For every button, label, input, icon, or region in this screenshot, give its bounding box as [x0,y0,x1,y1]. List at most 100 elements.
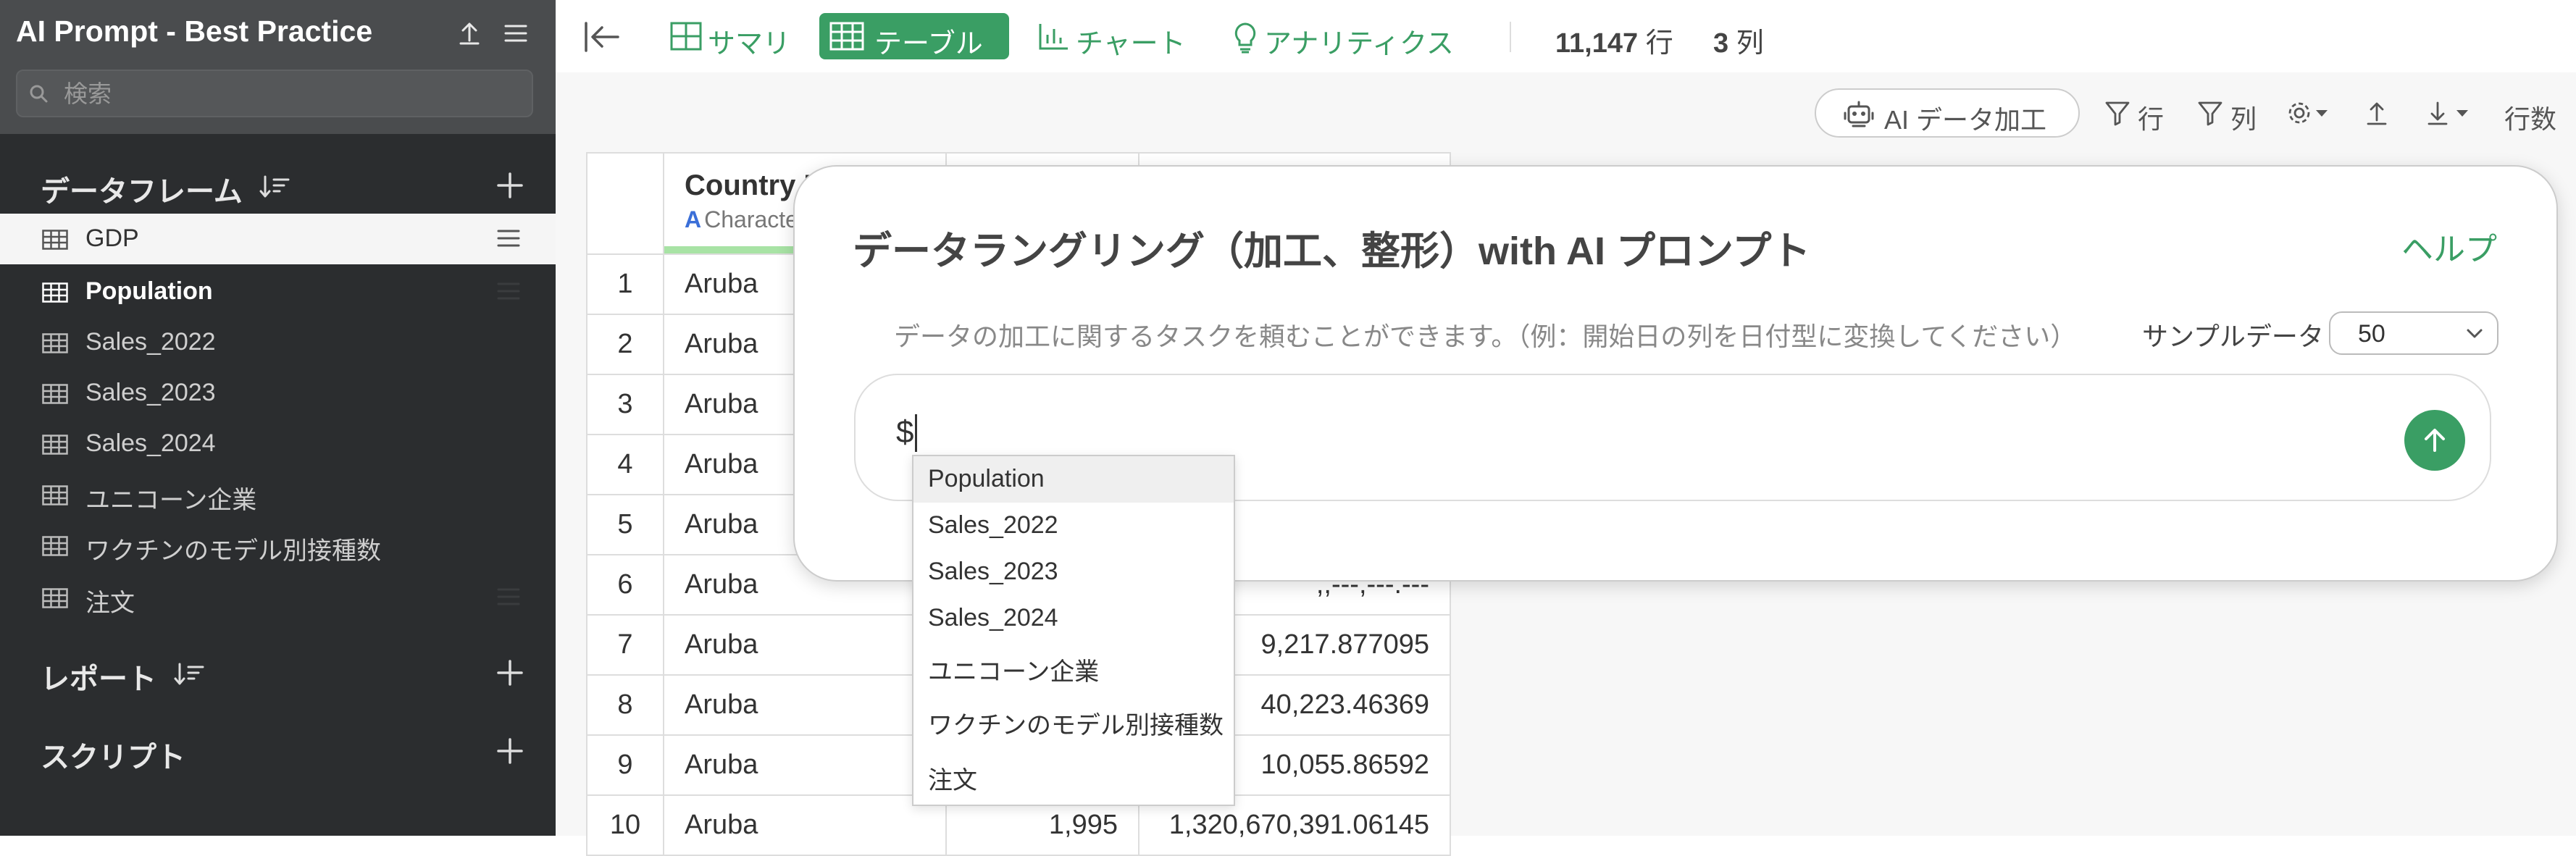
upload-icon[interactable] [2364,100,2390,126]
autocomplete-item-vaccine[interactable]: ワクチンのモデル別接種数 [913,697,1234,743]
filter-icon[interactable] [2104,100,2130,126]
text-caret [915,414,917,452]
sidebar-item-label: GDP [85,225,139,252]
tab-label: テーブル [874,29,983,59]
add-report-icon[interactable] [495,658,524,687]
autocomplete-item-unicorn[interactable]: ユニコーン企業 [913,643,1234,689]
add-dataframe-icon[interactable] [495,171,524,200]
tab-analytics[interactable]: アナリティクス [1221,13,1467,59]
filter-icon[interactable] [2197,100,2223,126]
tab-summary[interactable]: サマリ [660,13,805,59]
item-menu-icon[interactable] [495,280,522,303]
autocomplete-item-sales-2024[interactable]: Sales_2024 [913,595,1234,642]
toolbar-divider [1510,22,1511,52]
sidebar-item-label: Sales_2023 [85,379,216,406]
sidebar-item-sales-2023[interactable]: Sales_2023 [0,368,556,419]
summary-icon [670,22,702,51]
row-number[interactable]: 10 [586,794,664,856]
help-link[interactable]: ヘルプ [2401,223,2497,269]
ai-data-wrangling-button[interactable]: AI データ加工 [1815,88,2080,138]
row-number[interactable]: 3 [586,374,664,435]
sidebar-item-sales-2024[interactable]: Sales_2024 [0,419,556,469]
reports-title: レポート [41,663,156,695]
table-icon [42,435,68,455]
tab-chart[interactable]: チャート [1028,13,1202,59]
chevron-down-icon [2464,324,2485,343]
top-toolbar: サマリ テーブル チャート アナリティクス 11,147 行 3 列 [556,0,2576,72]
row-number[interactable]: 5 [586,494,664,555]
search-input[interactable] [62,77,514,112]
sidebar-item-label: 注文 [85,589,135,617]
cell-country[interactable]: Aruba [663,614,947,676]
row-number[interactable]: 6 [586,554,664,616]
sidebar-item-population[interactable]: Population [0,267,556,317]
collapse-sidebar-icon[interactable] [583,20,622,54]
row-number-header [586,152,664,255]
sidebar-header: AI Prompt - Best Practice [0,0,556,134]
sidebar: AI Prompt - Best Practice データフレーム GDP Po… [0,0,556,836]
row-number[interactable]: 1 [586,253,664,315]
hamburger-menu-icon[interactable] [501,19,530,48]
dataframes-title: データフレーム [41,176,243,208]
search-icon [28,83,51,106]
scripts-section-header: スクリプト [0,725,556,776]
cell-country[interactable]: Aruba [663,734,947,796]
rows-per-page-label: 行数 [2504,104,2557,134]
sidebar-item-unicorn[interactable]: ユニコーン企業 [0,469,556,520]
robot-icon [1844,100,1874,129]
add-script-icon[interactable] [495,737,524,765]
table-icon [42,588,68,608]
autocomplete-item-orders[interactable]: 注文 [913,752,1234,798]
sidebar-item-vaccine[interactable]: ワクチンのモデル別接種数 [0,520,556,571]
tab-table[interactable]: テーブル [819,13,1009,59]
table-icon [42,333,68,353]
column-filter-label[interactable]: 列 [2230,98,2257,136]
table-icon [42,282,68,303]
sidebar-search[interactable] [16,70,533,117]
cols-count: 3 列 [1713,28,1764,59]
lightbulb-icon [1231,22,1260,54]
dialog-description: データの加工に関するタスクを頼むことができます。（例：開始日の列を日付型に変換し… [894,322,2077,351]
sort-icon[interactable] [259,174,291,200]
table-icon [42,485,68,505]
cell-country[interactable]: Aruba [663,674,947,736]
sidebar-item-label: Sales_2024 [85,429,216,457]
download-icon[interactable] [2425,100,2472,126]
table-icon [42,384,68,404]
sample-data-select[interactable]: 50 [2329,311,2498,355]
item-menu-icon[interactable] [495,227,522,250]
sidebar-item-label: ワクチンのモデル別接種数 [85,537,381,565]
row-number[interactable]: 2 [586,314,664,375]
rows-count: 11,147 行 [1555,28,1673,59]
autocomplete-item-population[interactable]: Population [913,456,1234,503]
ai-data-label: AI データ加工 [1884,105,2047,135]
app-title: AI Prompt - Best Practice [16,14,373,48]
send-button[interactable] [2404,410,2465,471]
prompt-input-text: $ [896,414,914,450]
row-number[interactable]: 7 [586,614,664,676]
autocomplete-item-sales-2022[interactable]: Sales_2022 [913,503,1234,549]
sidebar-item-orders[interactable]: 注文 [0,572,556,623]
dataframes-section-header: データフレーム [0,159,556,210]
row-number[interactable]: 8 [586,674,664,736]
tab-label: チャート [1076,29,1186,59]
sample-data-label: サンプルデータ [2142,322,2324,351]
tab-label: アナリティクス [1264,29,1454,59]
upload-icon[interactable] [455,19,484,48]
autocomplete-item-sales-2023[interactable]: Sales_2023 [913,549,1234,595]
table-icon [42,230,68,250]
row-filter-label[interactable]: 行 [2138,98,2164,136]
gear-icon[interactable] [2287,100,2330,126]
cell-country[interactable]: Aruba [663,794,947,856]
row-number[interactable]: 9 [586,734,664,796]
sidebar-item-label: ユニコーン企業 [85,487,257,514]
table-toolbar: AI データ加工 行 列 行数 [556,72,2576,152]
item-menu-icon[interactable] [495,585,522,608]
sort-icon[interactable] [174,661,206,687]
sidebar-item-sales-2022[interactable]: Sales_2022 [0,317,556,368]
tab-label: サマリ [708,29,791,59]
autocomplete-dropdown: Population Sales_2022 Sales_2023 Sales_2… [912,455,1235,806]
sidebar-item-gdp[interactable]: GDP [0,214,556,264]
row-number[interactable]: 4 [586,434,664,495]
table-icon [829,22,864,51]
